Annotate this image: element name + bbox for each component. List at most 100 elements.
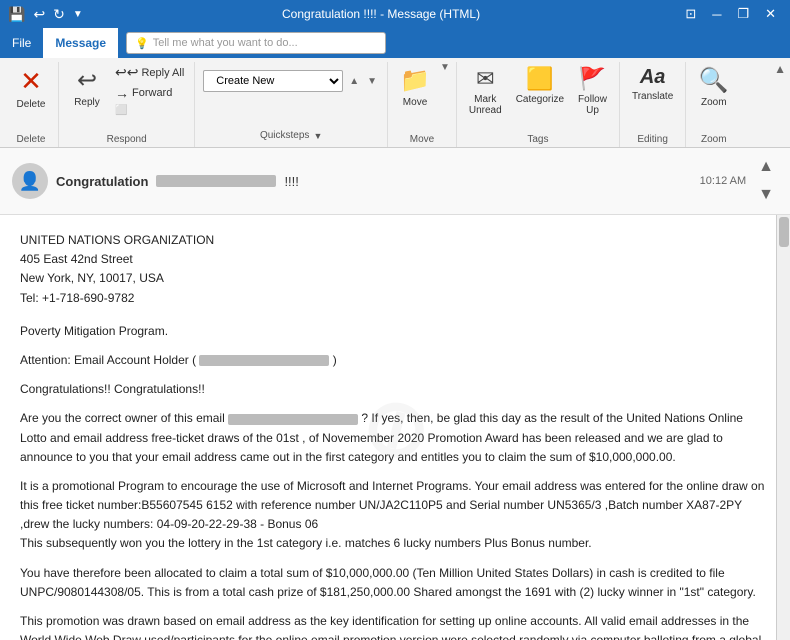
quicksteps-expand-icon[interactable]: ▼ xyxy=(313,131,322,141)
forward-label: Forward xyxy=(132,87,172,99)
more-respond-button[interactable]: ⬜ xyxy=(111,103,188,118)
body-para-3: You have therefore been allocated to cla… xyxy=(20,564,770,602)
org-tel: Tel: +1-718-690-9782 xyxy=(20,289,770,308)
delete-icon: ✕ xyxy=(20,66,42,97)
move-group-label: Move xyxy=(410,132,434,147)
zoom-group-label: Zoom xyxy=(701,132,727,147)
respond-stacked: ↩↩ Reply All → Forward ⬜ xyxy=(111,62,188,118)
quicksteps-group-label-text: quicksteps xyxy=(260,130,309,141)
scrollbar-track[interactable] xyxy=(776,215,790,640)
quicksteps-dropdown[interactable]: Create New xyxy=(203,70,343,92)
editing-group-label: Editing xyxy=(637,132,668,147)
move-group-buttons: 📁 Move ▼ xyxy=(394,62,450,132)
quicksteps-scroll-down[interactable]: ▼ xyxy=(365,74,379,89)
email-subject-title: Congratulation xyxy=(56,174,148,189)
restore-button[interactable]: ❐ xyxy=(731,4,755,24)
customize-icon[interactable]: ▼ xyxy=(73,9,83,20)
translate-button[interactable]: Aa Translate xyxy=(626,62,679,106)
respond-group-label: Respond xyxy=(107,132,147,147)
org-address1: 405 East 42nd Street xyxy=(20,250,770,269)
sender-redacted xyxy=(156,175,276,187)
mark-unread-icon: ✉ xyxy=(476,66,494,92)
zoom-icon: 🔍 xyxy=(699,66,729,95)
move-chevron-down[interactable]: ▼ xyxy=(440,62,450,73)
email-nav-controls: ▲ ▼ xyxy=(754,154,778,208)
more-respond-icon: ⬜ xyxy=(115,105,127,116)
ribbon-group-editing: Aa Translate Editing xyxy=(620,62,686,147)
categorize-label: Categorize xyxy=(516,94,564,105)
reply-all-label: Reply All xyxy=(141,67,184,79)
ribbon-group-respond: ↩ Reply ↩↩ Reply All → Forward ⬜ Respond xyxy=(59,62,195,147)
zoom-button[interactable]: 🔍 Zoom xyxy=(693,62,735,112)
poverty-heading: Poverty Mitigation Program. xyxy=(20,322,770,341)
title-bar-left: 💾 ↩ ↻ ▼ xyxy=(8,6,83,23)
quicksteps-scroll-up[interactable]: ▲ xyxy=(347,74,361,89)
menu-bar: File Message 💡 Tell me what you want to … xyxy=(0,28,790,58)
attention-redacted xyxy=(199,355,329,366)
menu-message[interactable]: Message xyxy=(43,28,118,58)
respond-group-buttons: ↩ Reply ↩↩ Reply All → Forward ⬜ xyxy=(65,62,188,132)
attention-line: Attention: Email Account Holder ( ) xyxy=(20,351,770,370)
move-icon: 📁 xyxy=(400,66,430,95)
move-extra-buttons: ▼ xyxy=(440,62,450,73)
body-para-2: It is a promotional Program to encourage… xyxy=(20,477,770,554)
email-timestamp: 10:12 AM xyxy=(700,175,746,187)
ribbon-collapse-button[interactable]: ▲ xyxy=(774,62,786,76)
redo-icon[interactable]: ↻ xyxy=(53,6,65,23)
ribbon: ✕ Delete Delete ↩ Reply ↩↩ Reply All → F… xyxy=(0,58,790,148)
lightbulb-icon: 💡 xyxy=(135,37,149,50)
window-title: Congratulation !!!! - Message (HTML) xyxy=(83,7,680,21)
close-button[interactable]: ✕ xyxy=(759,4,782,24)
email-header-bar: 👤 Congratulation !!!! 10:12 AM ▲ ▼ xyxy=(0,148,790,215)
translate-icon: Aa xyxy=(640,66,666,89)
scrollbar-thumb[interactable] xyxy=(779,217,789,247)
ribbon-group-tags: ✉ MarkUnread 🟨 Categorize 🚩 FollowUp Tag… xyxy=(457,62,620,147)
email-nav-down[interactable]: ▼ xyxy=(754,182,778,208)
menu-file[interactable]: File xyxy=(0,28,43,58)
delete-label: Delete xyxy=(17,99,46,110)
zoom-group-buttons: 🔍 Zoom xyxy=(693,62,735,132)
move-label: Move xyxy=(403,97,427,108)
tell-me-input[interactable]: 💡 Tell me what you want to do... xyxy=(126,32,386,54)
reply-all-button[interactable]: ↩↩ Reply All xyxy=(111,62,188,83)
minimize-button[interactable]: ─ xyxy=(706,5,727,24)
reply-button[interactable]: ↩ Reply xyxy=(65,62,109,112)
ribbon-group-delete: ✕ Delete Delete xyxy=(4,62,59,147)
org-name: UNITED NATIONS ORGANIZATION xyxy=(20,231,770,250)
quicksteps-controls: Create New ▲ ▼ xyxy=(203,70,379,92)
follow-up-button[interactable]: 🚩 FollowUp xyxy=(572,62,613,120)
undo-icon[interactable]: ↩ xyxy=(33,6,45,23)
tags-group-label: Tags xyxy=(527,132,548,147)
delete-group-label: Delete xyxy=(17,132,46,147)
categorize-icon: 🟨 xyxy=(526,66,553,92)
ribbon-group-zoom: 🔍 Zoom Zoom xyxy=(686,62,741,147)
address-block: UNITED NATIONS ORGANIZATION 405 East 42n… xyxy=(20,231,770,308)
forward-button[interactable]: → Forward xyxy=(111,83,188,103)
email-body-text: UNITED NATIONS ORGANIZATION 405 East 42n… xyxy=(20,231,770,640)
follow-up-icon: 🚩 xyxy=(579,66,606,92)
email-nav-up[interactable]: ▲ xyxy=(754,154,778,180)
tell-me-label: Tell me what you want to do... xyxy=(153,37,298,49)
move-button[interactable]: 📁 Move xyxy=(394,62,436,112)
sender-avatar: 👤 xyxy=(12,163,48,199)
save-icon[interactable]: 💾 xyxy=(8,6,25,23)
ribbon-group-quicksteps: Create New ▲ ▼ quicksteps ▼ xyxy=(195,62,388,147)
mark-unread-label: MarkUnread xyxy=(469,94,502,116)
window-controls: ⊡ ─ ❐ ✕ xyxy=(679,4,782,24)
mark-unread-button[interactable]: ✉ MarkUnread xyxy=(463,62,508,120)
avatar-icon: 👤 xyxy=(19,171,41,192)
popout-icon[interactable]: ⊡ xyxy=(679,4,702,24)
body-para-4: This promotion was drawn based on email … xyxy=(20,612,770,640)
follow-up-label: FollowUp xyxy=(578,94,607,116)
reply-all-icon: ↩↩ xyxy=(115,64,138,81)
reply-label: Reply xyxy=(74,97,100,108)
body-para-1: Are you the correct owner of this email … xyxy=(20,409,770,467)
email-exclamation: !!!! xyxy=(284,174,298,189)
delete-button[interactable]: ✕ Delete xyxy=(11,62,52,114)
translate-label: Translate xyxy=(632,91,673,102)
title-bar: 💾 ↩ ↻ ▼ Congratulation !!!! - Message (H… xyxy=(0,0,790,28)
delete-group-buttons: ✕ Delete xyxy=(11,62,52,132)
categorize-button[interactable]: 🟨 Categorize xyxy=(510,62,570,109)
org-address2: New York, NY, 10017, USA xyxy=(20,269,770,288)
zoom-label: Zoom xyxy=(701,97,727,108)
